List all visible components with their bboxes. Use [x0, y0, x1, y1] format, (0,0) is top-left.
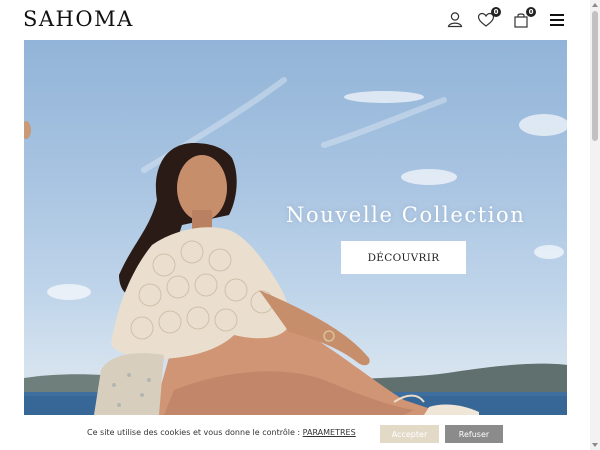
cart-count-badge: 0 [526, 7, 536, 17]
refuse-cookies-button[interactable]: Refuser [445, 425, 503, 443]
page-scrollbar[interactable] [590, 0, 600, 450]
accept-cookies-button[interactable]: Accepter [380, 425, 439, 443]
cookie-banner: Ce site utilise des cookies et vous donn… [0, 415, 590, 450]
wishlist-button[interactable]: 0 [476, 7, 501, 30]
hero-image [24, 77, 567, 415]
site-header: SAHOMA 0 0 [0, 0, 590, 40]
hero-banner: Nouvelle Collection DÉCOUVRIR [24, 40, 567, 415]
cart-button[interactable]: 0 [511, 7, 536, 30]
hero-title: Nouvelle Collection [286, 203, 526, 227]
account-icon[interactable] [445, 10, 465, 30]
cookie-message: Ce site utilise des cookies et vous donn… [87, 428, 356, 437]
scroll-up-arrow-icon[interactable] [592, 3, 598, 7]
cookie-settings-link[interactable]: PARAMETRES [303, 428, 356, 437]
wishlist-count-badge: 0 [491, 7, 501, 17]
cookie-text: Ce site utilise des cookies et vous donn… [87, 428, 303, 437]
scrollbar-thumb[interactable] [592, 11, 598, 141]
site-logo[interactable]: SAHOMA [23, 7, 134, 31]
scroll-down-arrow-icon[interactable] [592, 443, 598, 447]
discover-button[interactable]: DÉCOUVRIR [341, 241, 466, 274]
menu-icon[interactable] [547, 10, 567, 30]
